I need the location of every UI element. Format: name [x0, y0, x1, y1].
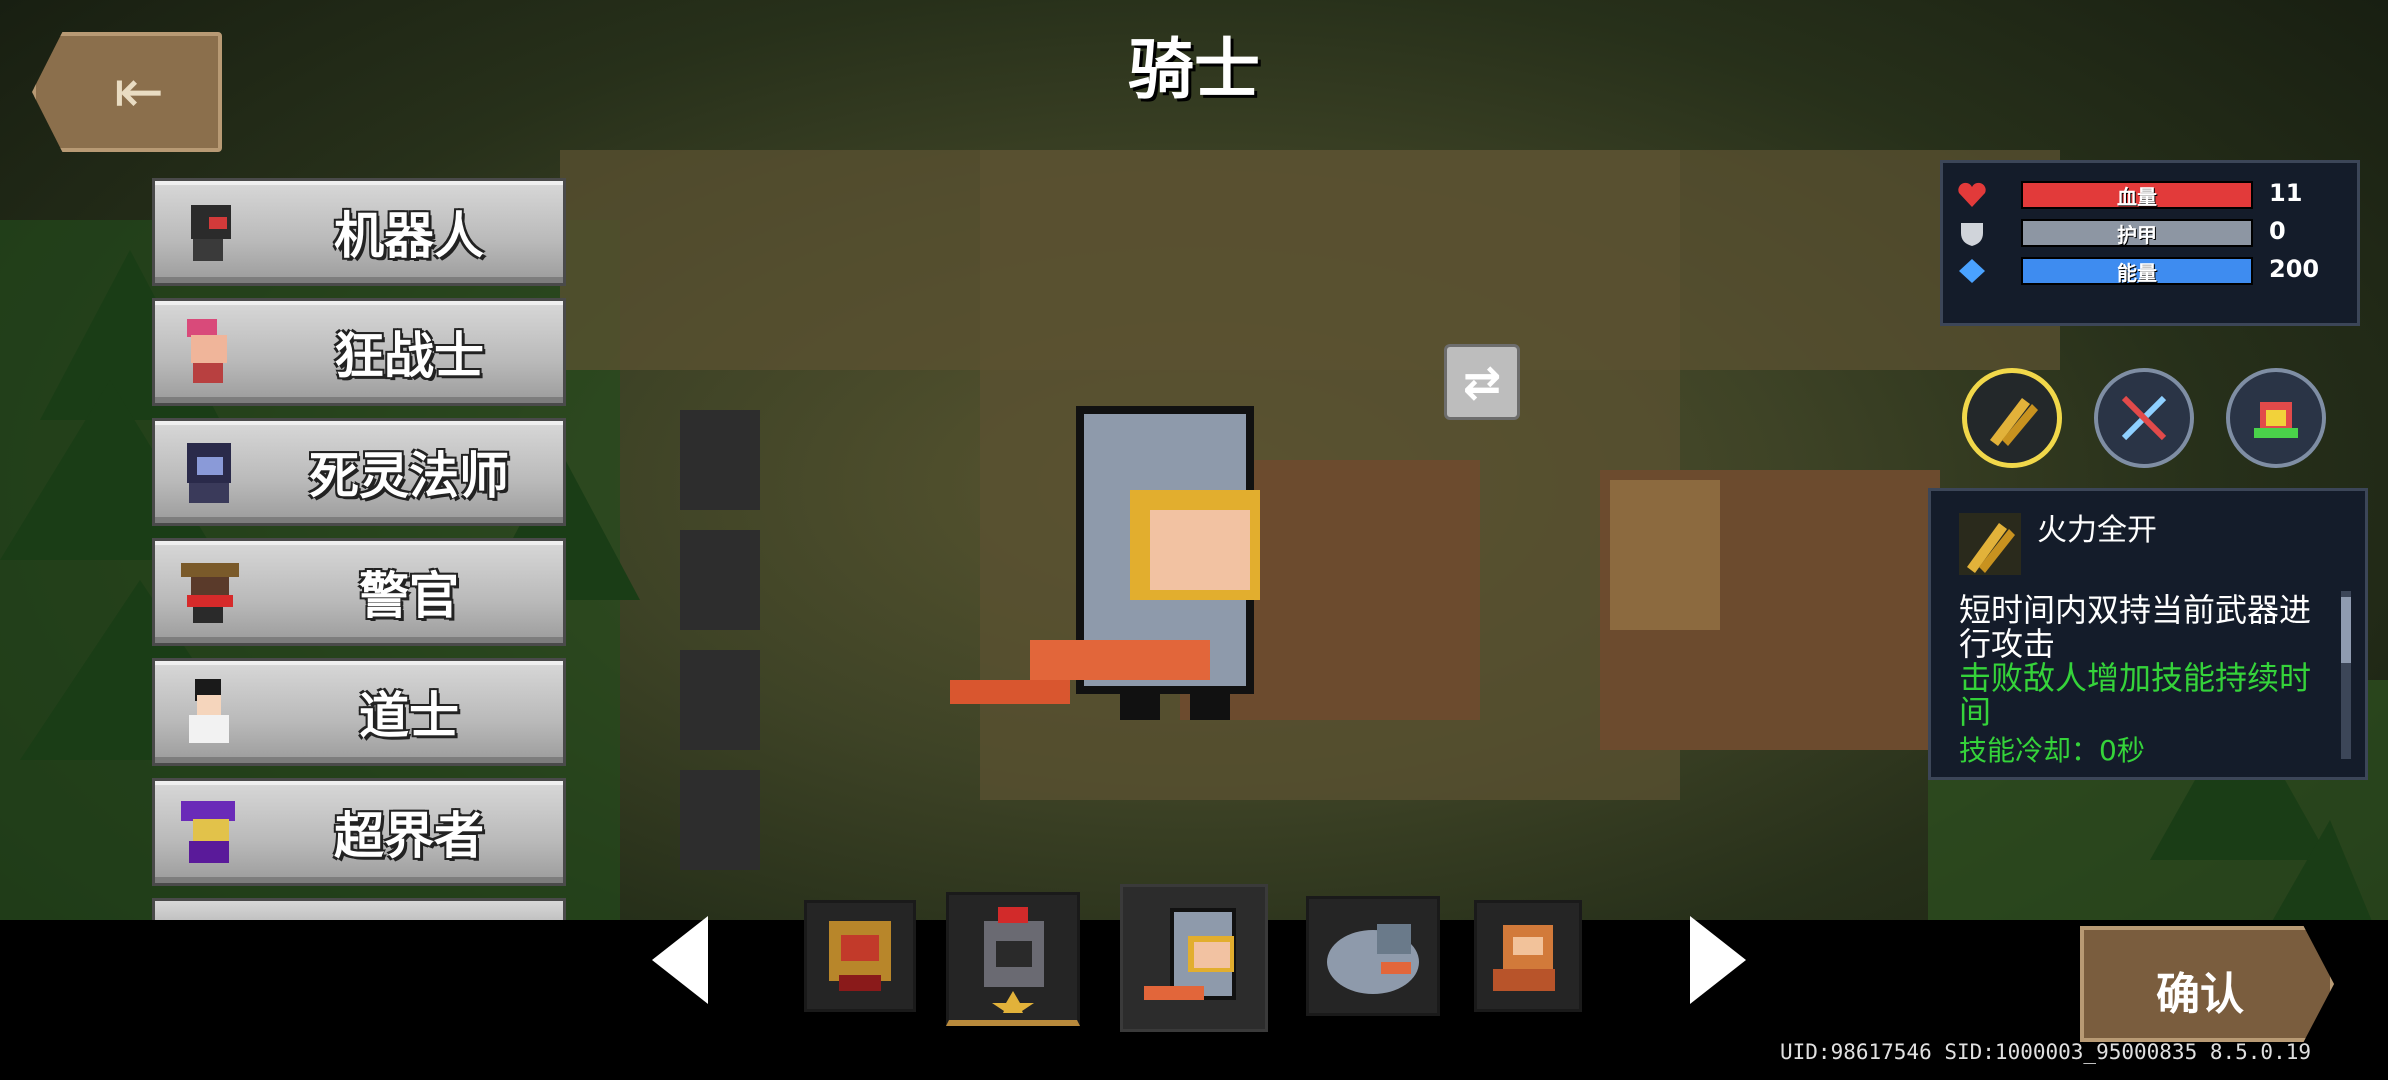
taoist-avatar-icon	[189, 679, 229, 743]
skill-info-panel: 火力全开 短时间内双持当前武器进行攻击 击败敌人增加技能持续时间 技能冷却：0秒	[1928, 488, 2368, 780]
energy-row: 能量 200	[1955, 253, 2345, 289]
next-skin-arrow-icon[interactable]	[1682, 912, 1752, 1008]
character-label: 超界者	[334, 807, 484, 865]
skin-pigeon-knight[interactable]	[1306, 896, 1440, 1016]
rainbow-helmet-icon	[2254, 402, 2298, 438]
energy-bar: 能量	[2021, 257, 2253, 285]
necromancer-avatar-icon	[187, 443, 231, 503]
character-label: 狂战士	[334, 327, 484, 385]
transcender-avatar-icon	[181, 801, 235, 863]
character-label: 警官	[359, 567, 459, 625]
skill-effect: 击败敌人增加技能持续时间	[1959, 659, 2312, 731]
dark-knight-skin-icon	[984, 906, 1044, 1013]
prev-skin-arrow-icon[interactable]	[646, 912, 716, 1008]
character-item-taoist[interactable]: 道士	[152, 658, 566, 766]
character-item-berserker[interactable]: 狂战士	[152, 298, 566, 406]
skill-cooldown: 技能冷却：0秒	[1959, 734, 2145, 767]
uid-info: UID:98617546 SID:1000003_95000835 8.5.0.…	[1780, 1040, 2312, 1064]
stats-panel: 血量 11 护甲 0 能量 200	[1940, 160, 2360, 326]
shield-icon	[1961, 223, 1983, 246]
character-item-transcender[interactable]: 超界者	[152, 778, 566, 886]
skin-knight-default[interactable]	[1120, 884, 1268, 1032]
character-label: 机器人	[334, 207, 484, 265]
skill-description: 短时间内双持当前武器进行攻击	[1959, 591, 2312, 663]
hp-bar: 血量	[2021, 181, 2253, 209]
pigeon-knight-skin-icon	[1327, 924, 1419, 994]
hp-row: 血量 11	[1955, 177, 2345, 213]
armor-bar: 护甲	[2021, 219, 2253, 247]
skill-scrollbar[interactable]	[2341, 591, 2351, 759]
armor-value: 0	[2269, 217, 2286, 245]
confirm-button[interactable]: 确认	[2080, 926, 2334, 1042]
skill-dual-wield[interactable]	[1962, 368, 2062, 468]
dual-wield-icon	[1990, 398, 2038, 446]
skin-dark-knight[interactable]	[946, 892, 1080, 1026]
lion-knight-skin-icon	[829, 921, 891, 991]
character-label: 道士	[359, 687, 459, 745]
character-item-robot[interactable]: 机器人	[152, 178, 566, 286]
skill-helmet[interactable]	[2226, 368, 2326, 468]
confirm-label: 确认	[2156, 969, 2244, 1020]
character-title: 骑士	[1128, 31, 1260, 108]
swap-icon[interactable]: ⇄	[1444, 344, 1520, 420]
skin-cat-knight[interactable]	[1474, 900, 1582, 1012]
skin-lion-knight[interactable]	[804, 900, 916, 1012]
hp-value: 11	[2269, 179, 2303, 207]
knight-default-skin-icon	[1144, 908, 1236, 1000]
energy-value: 200	[2269, 255, 2320, 283]
officer-avatar-icon	[181, 563, 239, 623]
character-item-officer[interactable]: 警官	[152, 538, 566, 646]
berserker-avatar-icon	[187, 319, 227, 383]
robot-avatar-icon	[191, 205, 231, 261]
cat-knight-skin-icon	[1493, 925, 1555, 991]
armor-row: 护甲 0	[1955, 215, 2345, 251]
character-item-necromancer[interactable]: 死灵法师	[152, 418, 566, 526]
heart-icon	[1958, 182, 1986, 207]
skill-blade[interactable]	[2094, 368, 2194, 468]
character-label: 死灵法师	[309, 447, 509, 505]
character-list[interactable]: 机器人 狂战士 死灵法师 警官 道士 超界者	[152, 168, 570, 928]
energy-crystal-icon	[1959, 259, 1985, 283]
skill-name: 火力全开	[2037, 513, 2157, 548]
crossed-swords-icon	[2121, 395, 2167, 441]
dual-wield-icon	[1959, 513, 2021, 575]
knight-character-preview	[950, 406, 1260, 720]
